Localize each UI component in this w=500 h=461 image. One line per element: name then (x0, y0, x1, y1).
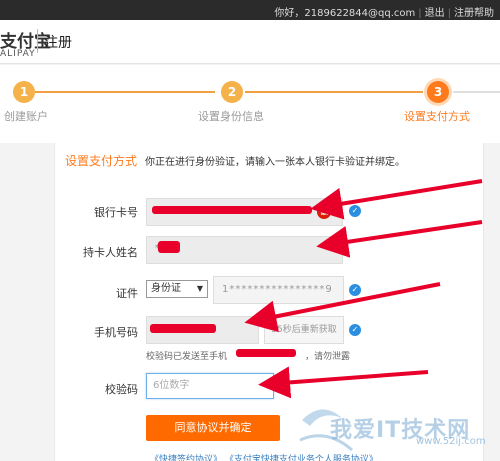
id-number-input[interactable]: 1****************9 (213, 276, 344, 304)
chevron-down-icon: ▼ (196, 284, 203, 293)
holder-name-label: 持卡人姓名 (83, 246, 138, 259)
get-code-button[interactable]: 55秒后重新获取 (264, 316, 344, 344)
step-2-circle: 2 (221, 81, 243, 103)
bank-logo-icon: 银 (317, 205, 331, 219)
agree-submit-button[interactable]: 同意协议并确定 (146, 415, 280, 441)
id-type-value: 身份证 (151, 283, 181, 294)
top-links: 你好，2189622844@qq.com | 退出 | 注册帮助 (274, 8, 494, 19)
code-sent-note: 校验码已发送至手机 ，请勿泄露 (146, 349, 350, 362)
step-1-circle: 1 (13, 81, 35, 103)
check-icon: ✓ (349, 205, 361, 217)
page-title: 注册 (44, 35, 72, 51)
verification-code-input[interactable]: 6位数字 (146, 373, 274, 399)
section-description: 你正在进行身份验证，请输入一张本人银行卡验证并绑定。 (145, 157, 405, 168)
phone-label: 手机号码 (94, 326, 138, 339)
code-label: 校验码 (105, 383, 138, 396)
help-link[interactable]: 注册帮助 (454, 8, 494, 19)
watermark-url: www.52ij.com (416, 436, 486, 447)
user-greeting: 你好，2189622844@qq.com (274, 8, 416, 19)
registration-steps: 1 2 3 创建账户 设置身份信息 设置支付方式 (0, 65, 500, 143)
redaction-mark (158, 241, 180, 253)
step-1-label: 创建账户 (4, 110, 48, 123)
step-connector (35, 91, 215, 93)
id-label: 证件 (116, 287, 138, 300)
site-header: 支付宝 ALIPAY 注册 (0, 20, 500, 64)
redaction-mark (150, 324, 216, 333)
code-sent-tail: ，请勿泄露 (305, 352, 351, 362)
step-connector (453, 91, 500, 93)
check-icon: ✓ (349, 284, 361, 296)
top-account-bar: 你好，2189622844@qq.com | 退出 | 注册帮助 (0, 0, 500, 20)
step-2-label: 设置身份信息 (198, 110, 264, 123)
step-3-circle: 3 (427, 81, 449, 103)
step-3-label: 设置支付方式 (404, 110, 470, 123)
logout-link[interactable]: 退出 (425, 8, 445, 19)
section-title: 设置支付方式 (65, 154, 138, 168)
bank-card-label: 银行卡号 (94, 206, 138, 219)
check-icon: ✓ (349, 324, 361, 336)
alipay-logo-en: ALIPAY (0, 49, 36, 59)
header-divider (37, 29, 38, 53)
step-connector (245, 91, 423, 93)
id-type-select[interactable]: 身份证 ▼ (146, 280, 208, 298)
redaction-mark (152, 206, 312, 214)
code-sent-text: 校验码已发送至手机 (146, 352, 228, 362)
redaction-mark (236, 349, 296, 357)
